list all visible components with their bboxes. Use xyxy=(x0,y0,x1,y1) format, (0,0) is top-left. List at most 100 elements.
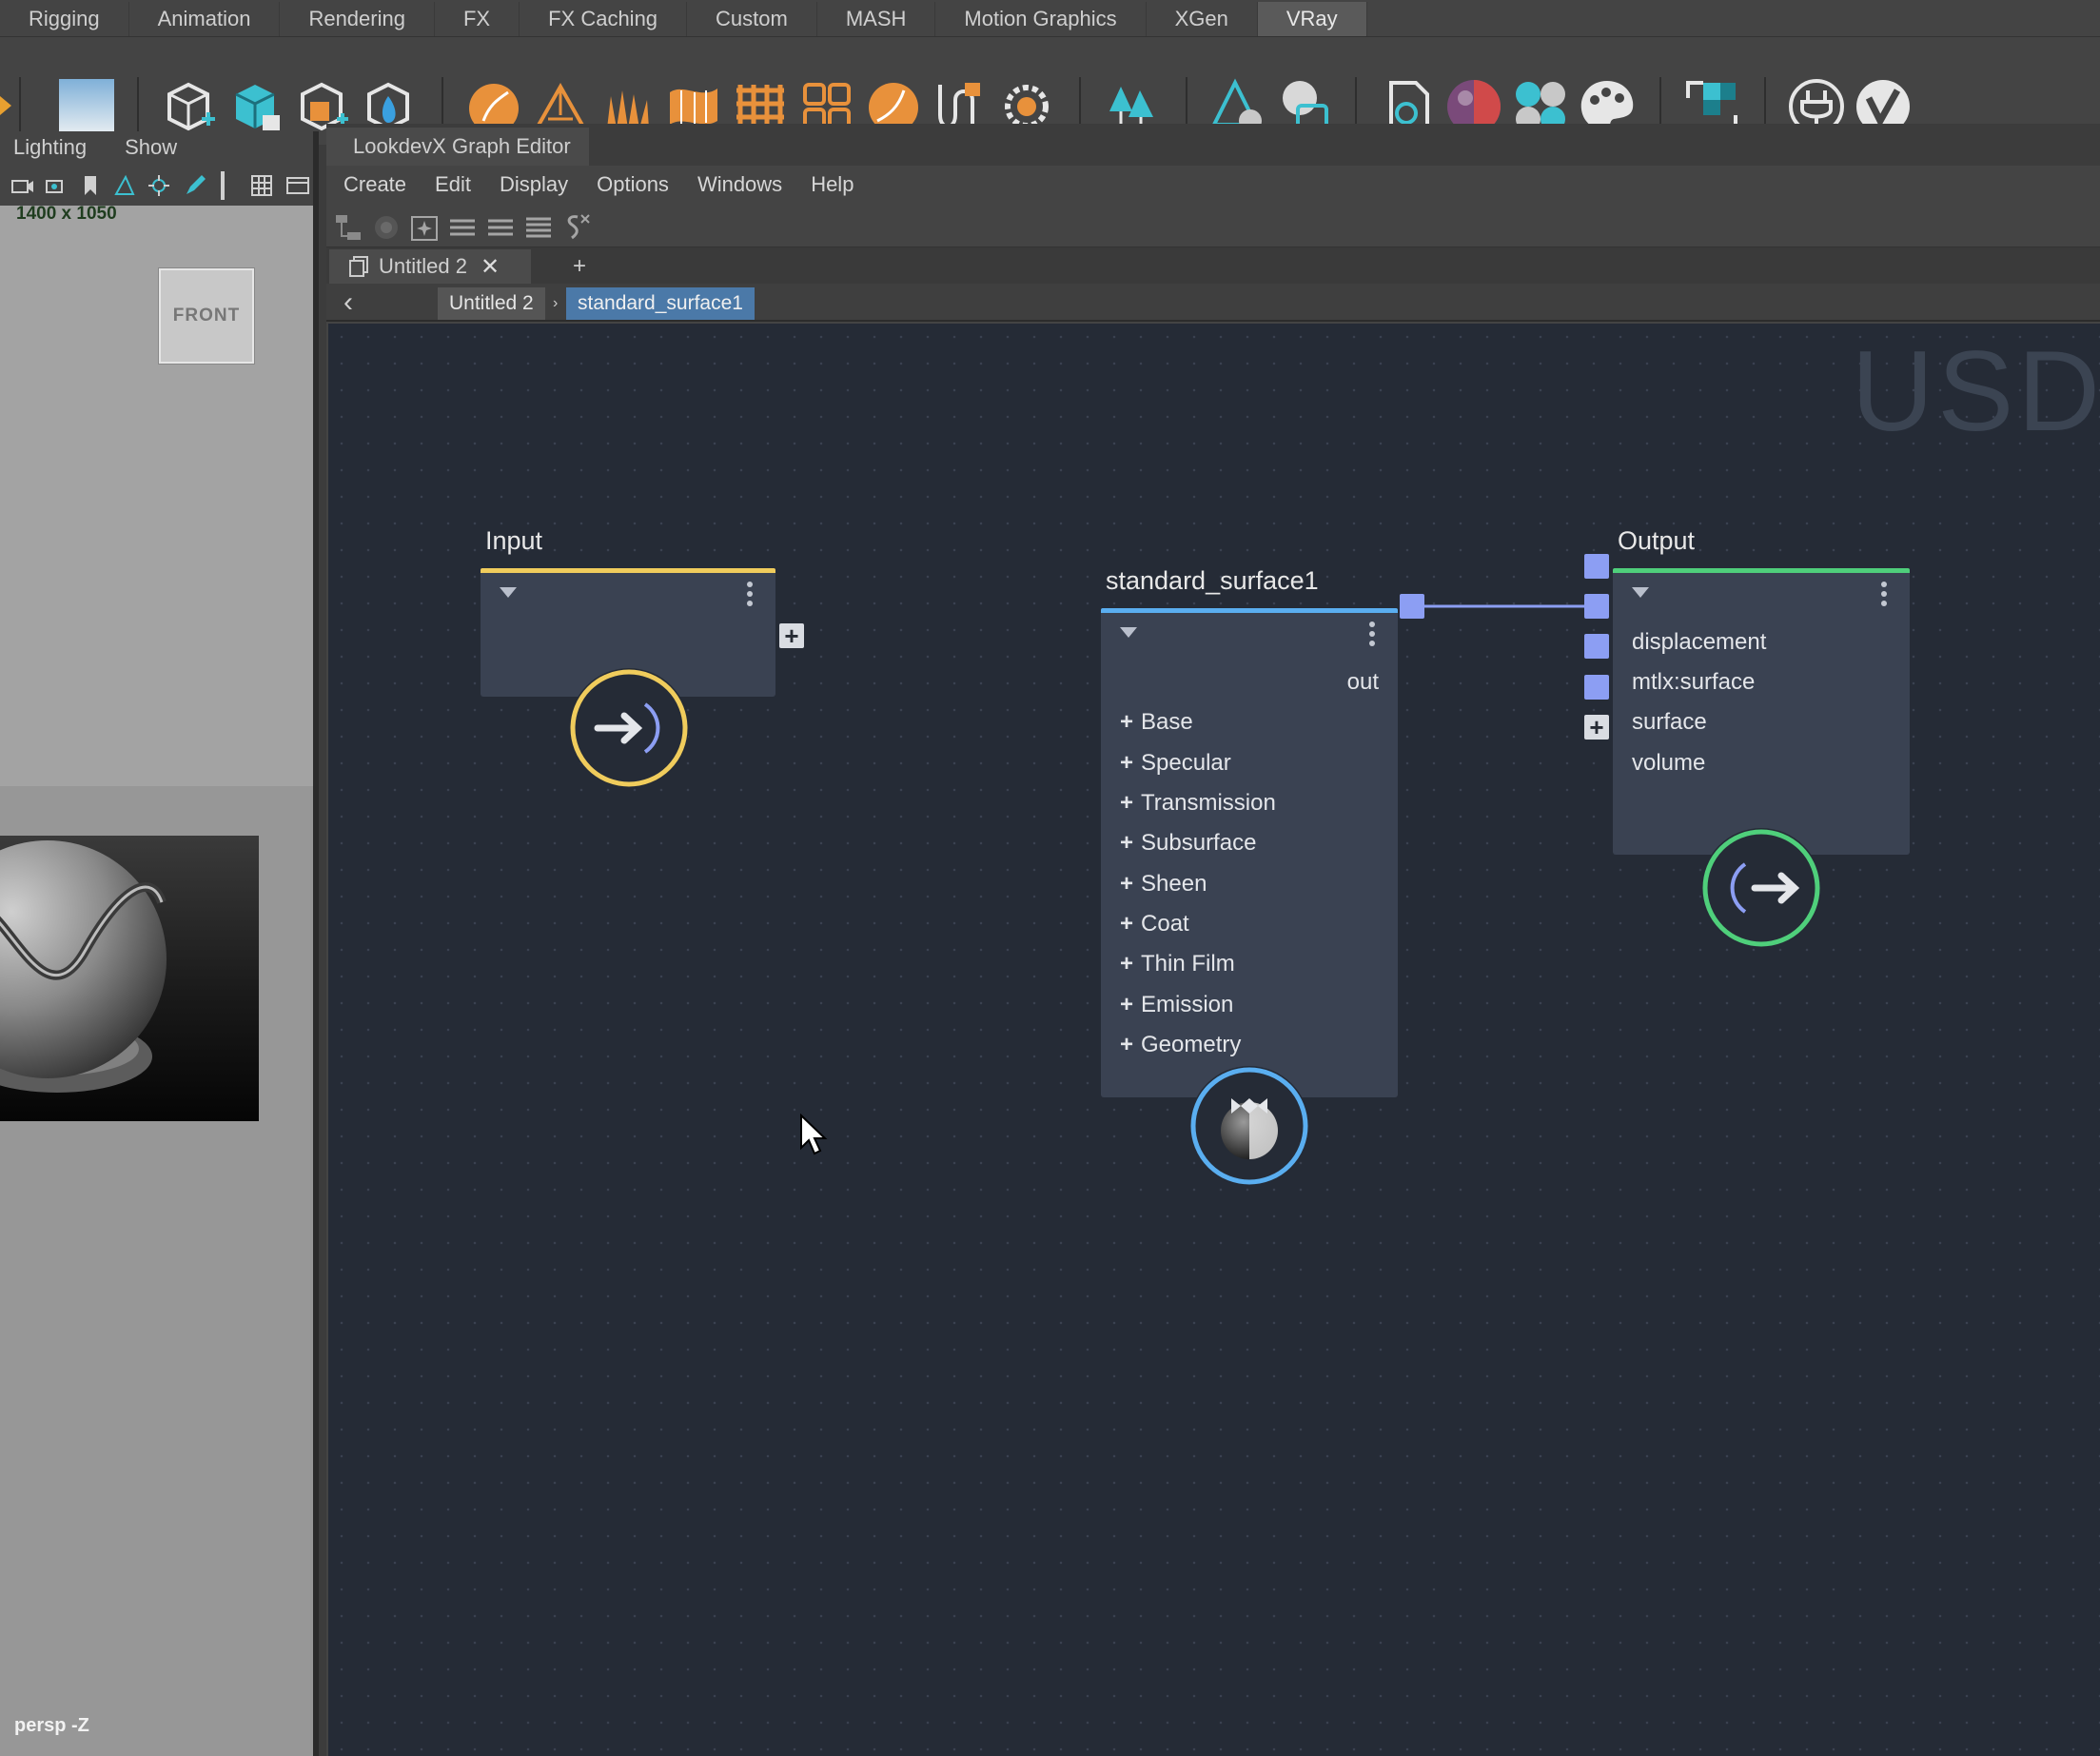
film-gate-icon[interactable] xyxy=(285,173,310,198)
surface-output-port[interactable] xyxy=(1400,594,1424,619)
shelf-tab-fx-caching[interactable]: FX Caching xyxy=(520,2,688,36)
lookdevx-graph-editor: LookdevX Graph Editor Create Edit Displa… xyxy=(326,124,2100,1756)
output-node-collapse-icon[interactable] xyxy=(1632,587,1649,598)
viewport-background-upper xyxy=(0,206,313,786)
breadcrumb-item-node[interactable]: standard_surface1 xyxy=(566,287,755,320)
standard-surface-node[interactable]: out + Base + Specular + Transmission + Subsu… xyxy=(1101,608,1398,1097)
bookmark-icon[interactable] xyxy=(78,173,103,198)
shelf-tab-xgen[interactable]: XGen xyxy=(1147,2,1258,36)
add-tab-button[interactable]: + xyxy=(562,249,597,284)
input-node-accent-bar xyxy=(481,568,775,573)
viewport-menu-show[interactable]: Show xyxy=(125,135,177,160)
shelf-arrow-icon[interactable] xyxy=(0,77,13,136)
graph-materials-icon[interactable] xyxy=(370,211,402,244)
menu-edit[interactable]: Edit xyxy=(435,172,471,197)
output-node-accent-bar xyxy=(1613,568,1910,573)
attribute-group-geometry[interactable]: + Geometry xyxy=(1120,1032,1241,1058)
output-node-icon xyxy=(1701,828,1821,948)
surface-shader-icon xyxy=(1189,1066,1309,1186)
breadcrumb-item-graph[interactable]: Untitled 2 xyxy=(438,287,545,320)
shelf-tab-custom[interactable]: Custom xyxy=(687,2,817,36)
output-port-volume[interactable] xyxy=(1584,675,1609,700)
view-cube[interactable]: FRONT xyxy=(159,268,254,364)
viewport-resolution-label: 1400 x 1050 xyxy=(16,204,117,224)
breadcrumb-back-icon[interactable]: ‹ xyxy=(334,286,363,318)
viewport-menu-lighting[interactable]: Lighting xyxy=(13,135,87,160)
viewport-menu-bar: Lighting Show xyxy=(0,131,313,164)
camera-name-label: persp -Z xyxy=(14,1715,89,1736)
output-port-label-displacement: displacement xyxy=(1632,629,1767,655)
output-node-title: Output xyxy=(1618,526,1696,555)
vray-proxy-export-icon[interactable] xyxy=(226,77,285,136)
mouse-cursor-icon xyxy=(800,1114,828,1155)
camera-select-icon[interactable] xyxy=(10,173,34,198)
grid-icon[interactable] xyxy=(249,173,274,198)
surface-output-port-label: out xyxy=(1346,669,1379,695)
output-port-label-volume: volume xyxy=(1632,750,1706,776)
input-node-title: Input xyxy=(485,526,543,555)
input-node-add-port-button[interactable]: + xyxy=(779,623,804,648)
attribute-group-specular[interactable]: + Specular xyxy=(1120,750,1231,777)
input-node-collapse-icon[interactable] xyxy=(500,587,517,598)
grease-pencil-icon[interactable] xyxy=(183,173,207,198)
attribute-group-subsurface[interactable]: + Subsurface xyxy=(1120,830,1256,857)
surface-node-title: standard_surface1 xyxy=(1106,566,1319,595)
surface-node-collapse-icon[interactable] xyxy=(1120,627,1137,638)
shelf-tab-motion-graphics[interactable]: Motion Graphics xyxy=(935,2,1147,36)
collapse-ports-icon[interactable] xyxy=(446,211,479,244)
breadcrumb-separator-icon: › xyxy=(553,295,559,311)
material-preview-sphere xyxy=(0,836,259,1121)
graph-layout-icon[interactable] xyxy=(332,211,364,244)
graph-editor-title-tab[interactable]: LookdevX Graph Editor xyxy=(326,128,589,166)
menu-help[interactable]: Help xyxy=(811,172,854,197)
graph-editor-toolbar xyxy=(326,204,2100,247)
shelf-tab-bar: Rigging Animation Rendering FX FX Cachin… xyxy=(0,0,2100,36)
attribute-group-thin-film[interactable]: + Thin Film xyxy=(1120,951,1235,977)
menu-windows[interactable]: Windows xyxy=(697,172,782,197)
shelf-tab-animation[interactable]: Animation xyxy=(129,2,281,36)
menu-options[interactable]: Options xyxy=(597,172,669,197)
output-port-label-surface: surface xyxy=(1632,709,1707,735)
output-port-displacement[interactable] xyxy=(1584,554,1609,579)
add-node-icon[interactable] xyxy=(408,211,441,244)
shelf-tab-mash[interactable]: MASH xyxy=(817,2,936,36)
expand-ports-icon[interactable] xyxy=(522,211,555,244)
graph-document-icon xyxy=(349,256,368,277)
input-node-icon xyxy=(569,668,689,788)
surface-node-menu-icon[interactable] xyxy=(1369,622,1375,646)
graph-editor-menu-bar: Create Edit Display Options Windows Help xyxy=(326,166,2100,204)
output-node[interactable]: displacement mtlx:surface surface volume xyxy=(1613,568,1910,855)
input-node-menu-icon[interactable] xyxy=(747,582,753,606)
attribute-group-base[interactable]: + Base xyxy=(1120,709,1193,736)
output-port-label-mtlx-surface: mtlx:surface xyxy=(1632,669,1756,695)
menu-display[interactable]: Display xyxy=(500,172,568,197)
shelf-tab-fx[interactable]: FX xyxy=(435,2,520,36)
vray-dome-light-icon[interactable] xyxy=(57,77,116,136)
shelf-tab-vray[interactable]: VRay xyxy=(1257,2,1367,36)
output-node-menu-icon[interactable] xyxy=(1881,582,1887,606)
vray-proxy-create-icon[interactable] xyxy=(160,77,219,136)
output-node-add-port-button[interactable]: + xyxy=(1584,715,1609,740)
graph-tab-label: Untitled 2 xyxy=(379,254,467,278)
graph-canvas[interactable]: USD Input + standard_surface1 out + Base… xyxy=(328,324,2100,1756)
output-port-mtlx-surface[interactable] xyxy=(1584,594,1609,619)
2d-pan-zoom-icon[interactable] xyxy=(147,173,171,198)
close-tab-icon[interactable]: ✕ xyxy=(481,253,500,281)
shelf-tab-rigging[interactable]: Rigging xyxy=(0,2,129,36)
menu-create[interactable]: Create xyxy=(343,172,406,197)
show-connected-ports-icon[interactable] xyxy=(484,211,517,244)
output-port-surface[interactable] xyxy=(1584,634,1609,659)
attribute-group-sheen[interactable]: + Sheen xyxy=(1120,871,1207,898)
graph-editor-titlebar: LookdevX Graph Editor xyxy=(326,124,2100,166)
camera-attributes-icon[interactable] xyxy=(44,173,69,198)
graph-tab-untitled[interactable]: Untitled 2 ✕ xyxy=(329,249,531,284)
image-plane-icon[interactable] xyxy=(112,173,137,198)
viewport-toolbar xyxy=(0,164,313,206)
attribute-group-transmission[interactable]: + Transmission xyxy=(1120,790,1276,817)
toolbar-separator xyxy=(221,171,225,200)
viewport-panel: Lighting Show 1400 x 1050 FRONT persp -Z xyxy=(0,131,319,1756)
shelf-tab-rendering[interactable]: Rendering xyxy=(280,2,435,36)
attribute-group-emission[interactable]: + Emission xyxy=(1120,992,1233,1018)
clear-graph-icon[interactable] xyxy=(560,211,593,244)
attribute-group-coat[interactable]: + Coat xyxy=(1120,911,1189,937)
